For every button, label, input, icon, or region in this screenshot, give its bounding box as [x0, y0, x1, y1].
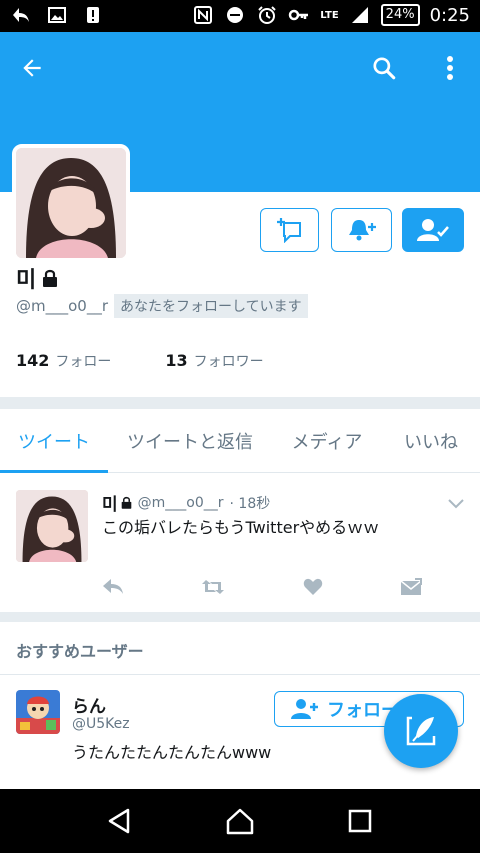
- tab-tweets[interactable]: ツイート: [0, 409, 108, 473]
- more-options-button[interactable]: [430, 48, 470, 88]
- reply-button[interactable]: [102, 578, 124, 600]
- nav-back-button[interactable]: [92, 793, 148, 849]
- profile-handle-row: @m___o0__r あなたをフォローしています: [16, 294, 308, 318]
- followers-label: フォロワー: [193, 354, 264, 370]
- image-notification-icon: [46, 4, 68, 26]
- tweet-menu-button[interactable]: [448, 494, 464, 513]
- following-label: フォロー: [55, 354, 112, 370]
- retweet-icon: [202, 580, 225, 594]
- system-navigation-bar: [0, 789, 480, 853]
- recommended-user-avatar[interactable]: [16, 690, 60, 734]
- tweet-author-name: 미: [102, 495, 118, 515]
- alarm-icon: [256, 4, 278, 26]
- network-type: LTE: [320, 9, 339, 21]
- tweet-time: · 18秒: [229, 495, 271, 512]
- user-add-icon: [291, 699, 318, 719]
- retweet-button[interactable]: [201, 578, 225, 600]
- envelope-share-icon: [400, 578, 422, 595]
- tab-label: ツイートと返信: [127, 432, 253, 453]
- tab-label: メディア: [291, 432, 363, 453]
- followers-count: 13: [165, 351, 188, 370]
- nfc-icon: [192, 4, 214, 26]
- following-count: 142: [16, 351, 50, 370]
- share-dm-button[interactable]: [400, 578, 422, 600]
- tweet-author: 미: [102, 490, 132, 515]
- section-divider: [0, 397, 480, 409]
- nav-recents-button[interactable]: [332, 793, 388, 849]
- recommended-users-heading: おすすめユーザー: [16, 642, 144, 661]
- recommended-avatar-image: [16, 690, 60, 734]
- tweet-item[interactable]: 미 @m___o0__r · 18秒 この垢バレたらもうTwitterやめるｗｗ: [0, 474, 480, 612]
- profile-tabs: ツイート ツイートと返信 メディア いいね: [0, 409, 480, 473]
- signal-icon: [349, 4, 371, 26]
- lock-icon: [43, 269, 58, 287]
- do-not-disturb-icon: [224, 4, 246, 26]
- followers-stat[interactable]: 13 フォロワー: [165, 351, 263, 371]
- clock: 0:25: [429, 4, 470, 26]
- back-arrow-notification-icon: [10, 4, 32, 26]
- chevron-down-icon: [448, 499, 464, 509]
- nav-home-button[interactable]: [212, 793, 268, 849]
- triangle-back-icon: [108, 808, 130, 834]
- alert-notification-icon: [82, 4, 104, 26]
- battery-level: 24%: [380, 4, 420, 26]
- display-name: 미: [16, 268, 37, 293]
- compose-feather-icon: [406, 716, 436, 746]
- search-button[interactable]: [364, 48, 404, 88]
- direct-message-button[interactable]: [260, 208, 319, 252]
- recommended-user-bio: うたんたたんたんたんwww: [72, 743, 272, 762]
- tweet-actions: [102, 578, 422, 600]
- tab-label: ツイート: [18, 432, 90, 453]
- recommended-user-handle: @U5Kez: [72, 716, 130, 732]
- section-divider: [0, 612, 480, 622]
- search-icon: [373, 57, 396, 80]
- bell-add-icon: [348, 220, 376, 241]
- follows-you-badge: あなたをフォローしています: [114, 294, 308, 318]
- profile-name: 미: [16, 262, 58, 294]
- back-arrow-icon: [23, 59, 41, 77]
- following-button[interactable]: [402, 208, 464, 252]
- recommended-user-name[interactable]: らん: [72, 692, 106, 717]
- divider: [0, 674, 480, 675]
- lock-icon: [121, 496, 131, 509]
- like-button[interactable]: [303, 578, 323, 600]
- tab-tweets-and-replies[interactable]: ツイートと返信: [108, 409, 272, 473]
- home-icon: [226, 808, 254, 835]
- status-bar: LTE 24% 0:25: [0, 0, 480, 32]
- tweet-header: 미 @m___o0__r · 18秒: [102, 490, 271, 516]
- tweet-text: この垢バレたらもうTwitterやめるｗｗ: [102, 518, 380, 537]
- following-stat[interactable]: 142 フォロー: [16, 351, 111, 371]
- tweet-avatar-photo: [16, 490, 88, 562]
- reply-icon: [103, 579, 123, 594]
- message-add-icon: [276, 218, 301, 243]
- tab-likes[interactable]: いいね: [382, 409, 480, 473]
- follow-stats: 142 フォロー 13 フォロワー: [16, 351, 264, 371]
- square-recents-icon: [348, 809, 372, 833]
- tweet-handle: @m___o0__r: [137, 494, 224, 511]
- profile-handle: @m___o0__r: [16, 297, 108, 315]
- tweet-avatar[interactable]: [16, 490, 88, 562]
- overflow-menu-icon: [447, 56, 453, 80]
- heart-icon: [303, 578, 322, 595]
- avatar-photo: [16, 148, 126, 258]
- profile-avatar[interactable]: [12, 144, 130, 262]
- notifications-button[interactable]: [331, 208, 392, 252]
- compose-tweet-button[interactable]: [384, 694, 458, 768]
- user-following-icon: [417, 219, 449, 241]
- back-button[interactable]: [12, 48, 52, 88]
- tab-media[interactable]: メディア: [272, 409, 382, 473]
- key-icon: [288, 4, 310, 26]
- tab-label: いいね: [404, 432, 458, 453]
